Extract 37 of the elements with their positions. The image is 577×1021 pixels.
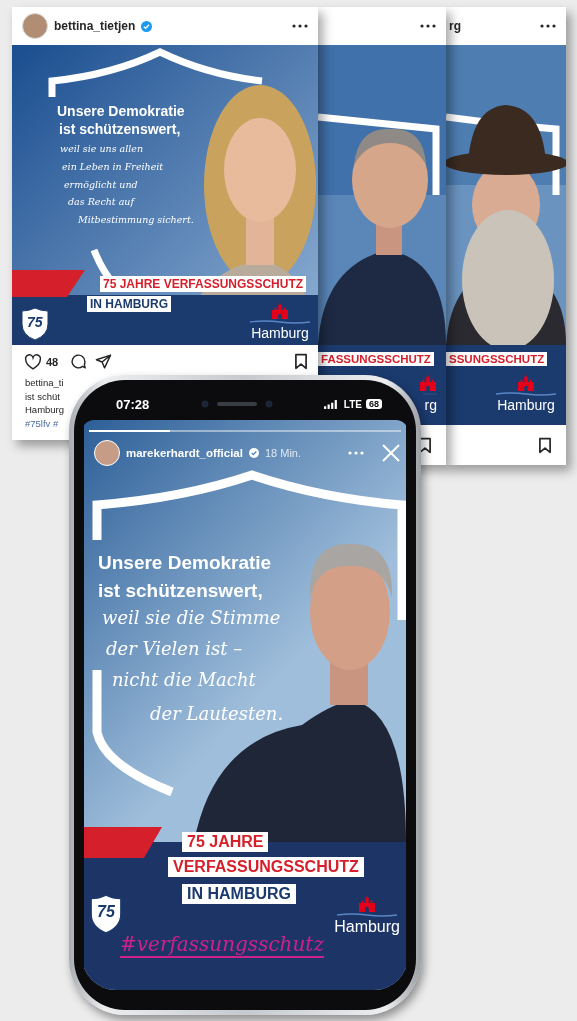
hashtag-text: #verfassungsschutz <box>120 932 324 958</box>
quote-text: der Lautesten. <box>150 703 284 724</box>
caption-text: ist schüt <box>25 389 60 403</box>
headline-text: Unsere Demokratie <box>98 552 272 574</box>
like-count: 48 <box>46 355 59 368</box>
banner-text: 75 JAHRE <box>182 832 269 852</box>
castle-icon <box>358 896 377 912</box>
caption-text: bettina_ti <box>25 376 64 390</box>
username[interactable]: rg <box>449 19 461 33</box>
castle-icon <box>517 375 535 391</box>
logo-number: 75 <box>97 903 115 921</box>
close-icon[interactable] <box>382 444 400 462</box>
avatar[interactable] <box>22 13 48 39</box>
banner-text: SSUNGSSCHUTZ <box>446 352 548 366</box>
city-name: Hamburg <box>334 918 400 936</box>
hashtag-link[interactable]: #75lfv # <box>25 416 59 430</box>
city-name: Hamburg <box>497 397 555 413</box>
send-icon[interactable] <box>95 353 113 370</box>
banner-text: VERFASSUNGSSCHUTZ <box>168 857 364 877</box>
username[interactable]: marekerhardt_official <box>126 447 243 459</box>
bookmark-icon[interactable] <box>538 436 552 454</box>
more-icon[interactable] <box>292 24 308 28</box>
banner-text: IN HAMBURG <box>182 884 296 904</box>
comment-icon[interactable] <box>70 353 88 370</box>
clock-time: 07:28 <box>116 396 150 412</box>
quote-text: der Vielen ist – <box>106 638 243 659</box>
post-time: 18 Min. <box>264 447 302 459</box>
bookmark-icon[interactable] <box>294 353 308 370</box>
quote-text: nicht die Macht <box>112 669 256 690</box>
username[interactable]: bettina_tietjen <box>54 19 136 33</box>
quote-text: weil sie die Stimme <box>102 607 281 628</box>
caption-text: Hamburg <box>25 403 65 417</box>
heart-icon[interactable] <box>24 353 42 370</box>
more-icon[interactable] <box>420 24 436 28</box>
shield-icon <box>89 894 123 934</box>
more-icon[interactable] <box>540 24 556 28</box>
headline-text: ist schützenswert, <box>98 580 263 602</box>
